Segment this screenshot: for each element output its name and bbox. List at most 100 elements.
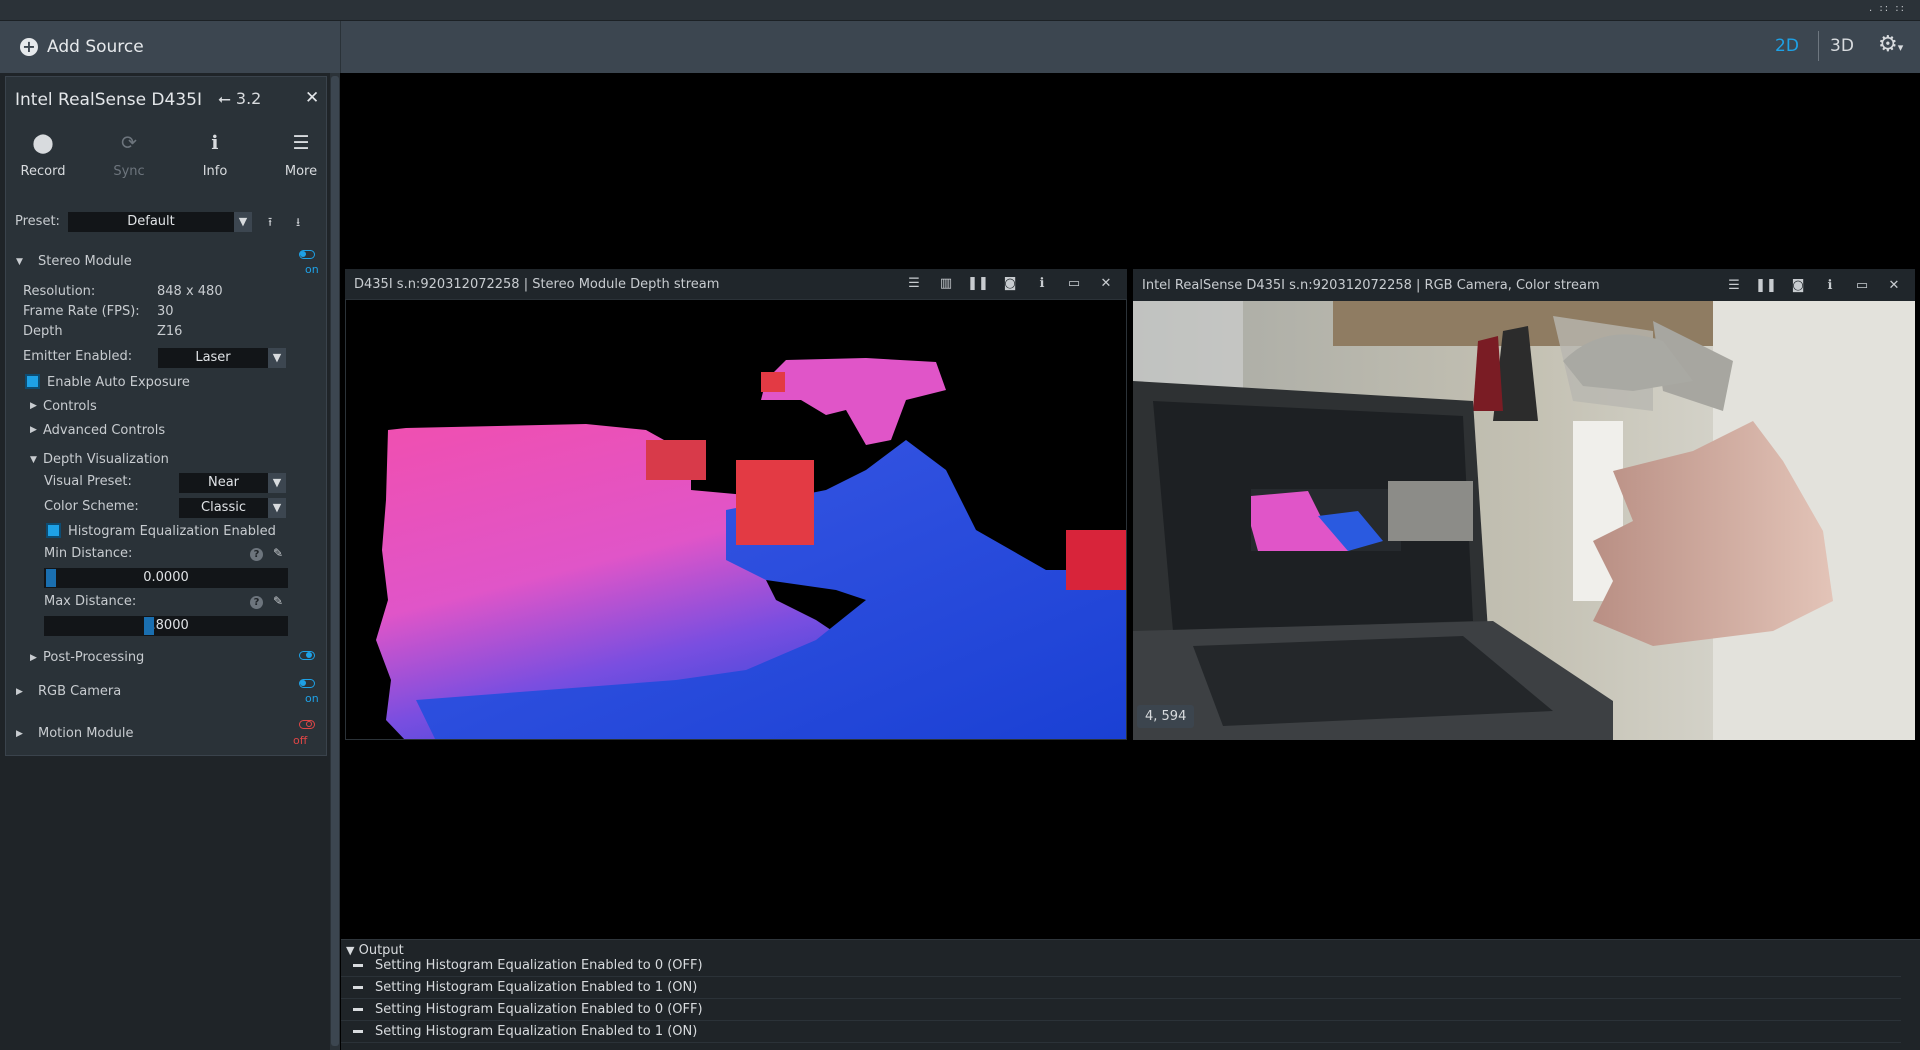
- motion-module-toggle[interactable]: [299, 720, 315, 729]
- view-3d-button[interactable]: 3D: [1830, 36, 1854, 56]
- upload-icon[interactable]: ⭱: [268, 213, 272, 234]
- emitter-select[interactable]: Laser: [158, 348, 268, 368]
- log-text: Setting Histogram Equalization Enabled t…: [375, 1002, 703, 1017]
- minus-icon: [353, 1008, 363, 1011]
- sync-icon: ⟳: [121, 132, 137, 154]
- camera-icon[interactable]: ◙: [1782, 278, 1814, 293]
- edit-icon[interactable]: ✎: [273, 546, 283, 560]
- pause-icon[interactable]: ❚❚: [962, 276, 994, 291]
- post-processing-toggle[interactable]: [299, 651, 315, 660]
- window-titlebar: [0, 0, 1920, 21]
- depth-visualization-item[interactable]: Depth Visualization: [43, 452, 169, 467]
- max-distance-value: 6.8000: [143, 618, 189, 633]
- min-distance-label: Min Distance:: [44, 546, 133, 561]
- advanced-controls-item[interactable]: Advanced Controls: [43, 423, 165, 438]
- pause-icon[interactable]: ❚❚: [1750, 278, 1782, 293]
- motion-module-title[interactable]: Motion Module: [38, 726, 133, 741]
- rgb-camera-toggle-state: on: [305, 692, 319, 705]
- rgb-camera-title[interactable]: RGB Camera: [38, 684, 121, 699]
- sync-button: ⟳ Sync: [94, 132, 164, 179]
- visual-preset-label: Visual Preset:: [44, 474, 132, 489]
- more-label: More: [284, 164, 318, 179]
- minus-icon: [353, 986, 363, 989]
- stereo-expand-icon[interactable]: ▼: [16, 257, 23, 267]
- auto-exposure-label: Enable Auto Exposure: [47, 375, 190, 390]
- close-icon[interactable]: ✕: [1878, 278, 1910, 293]
- depth-stream-title: D435I s.n:920312072258 | Stereo Module D…: [354, 276, 720, 292]
- auto-exposure-checkbox[interactable]: [25, 374, 40, 389]
- depth-format-label: Depth: [23, 324, 63, 339]
- advanced-expand-icon[interactable]: ▶: [30, 425, 37, 435]
- plus-icon: +: [20, 38, 38, 56]
- info-icon[interactable]: ℹ: [1814, 278, 1846, 293]
- rgb-expand-icon[interactable]: ▶: [16, 687, 23, 697]
- maximize-icon[interactable]: ▭: [1058, 276, 1090, 291]
- download-icon[interactable]: ⭳: [296, 213, 300, 234]
- color-scheme-select[interactable]: Classic: [179, 498, 268, 518]
- settings-gear-icon[interactable]: ⚙▾: [1878, 32, 1903, 57]
- add-source-button[interactable]: + Add Source: [0, 21, 341, 73]
- controls-icon[interactable]: ☰: [1718, 278, 1750, 293]
- log-row: Setting Histogram Equalization Enabled t…: [341, 955, 1901, 977]
- preset-select[interactable]: Default: [68, 212, 234, 232]
- camera-icon[interactable]: ◙: [994, 276, 1026, 291]
- close-device-icon[interactable]: ✕: [305, 88, 319, 108]
- log-text: Setting Histogram Equalization Enabled t…: [375, 1024, 698, 1039]
- depth-format-value[interactable]: Z16: [157, 324, 182, 339]
- histogram-label: Histogram Equalization Enabled: [68, 524, 276, 539]
- add-source-label: Add Source: [47, 37, 144, 57]
- usb-version: ⭠ 3.2: [218, 89, 262, 108]
- max-distance-slider[interactable]: 6.8000: [44, 616, 288, 636]
- post-processing-expand-icon[interactable]: ▶: [30, 653, 37, 663]
- sidebar-scroll-thumb[interactable]: [331, 76, 339, 1046]
- preset-dropdown-icon[interactable]: ▼: [234, 212, 252, 232]
- depth-vis-expand-icon[interactable]: ▼: [30, 455, 37, 465]
- max-distance-label: Max Distance:: [44, 594, 137, 609]
- fps-label: Frame Rate (FPS):: [23, 304, 140, 319]
- minus-icon: [353, 964, 363, 967]
- fps-value[interactable]: 30: [157, 304, 174, 319]
- info-icon[interactable]: ℹ: [1026, 276, 1058, 291]
- metrics-icon[interactable]: ▥: [930, 276, 962, 291]
- maximize-icon[interactable]: ▭: [1846, 278, 1878, 293]
- min-distance-slider-knob[interactable]: [46, 569, 56, 587]
- rgb-stream-view[interactable]: [1133, 301, 1915, 740]
- rgb-stream-title: Intel RealSense D435I s.n:920312072258 |…: [1142, 277, 1600, 293]
- record-label: Record: [20, 164, 66, 179]
- view-separator: [1818, 31, 1819, 61]
- device-name: Intel RealSense D435I: [15, 90, 202, 110]
- controls-expand-icon[interactable]: ▶: [30, 401, 37, 411]
- more-button[interactable]: ☰ More: [266, 132, 336, 179]
- min-distance-value: 0.0000: [143, 570, 189, 585]
- log-row: Setting Histogram Equalization Enabled t…: [341, 1021, 1901, 1043]
- rgb-stream-toolbar: ☰ ❚❚ ◙ ℹ ▭ ✕: [1718, 278, 1910, 293]
- depth-stream-view[interactable]: [345, 299, 1127, 740]
- close-icon[interactable]: ✕: [1090, 276, 1122, 291]
- controls-icon[interactable]: ☰: [898, 276, 930, 291]
- view-2d-button[interactable]: 2D: [1775, 36, 1799, 56]
- resolution-value[interactable]: 848 x 480: [157, 284, 223, 299]
- stereo-toggle[interactable]: [299, 250, 315, 259]
- help-icon[interactable]: ?: [250, 548, 263, 561]
- stereo-module-title[interactable]: Stereo Module: [38, 254, 132, 269]
- help-icon[interactable]: ?: [250, 596, 263, 609]
- controls-item[interactable]: Controls: [43, 399, 97, 414]
- edit-icon[interactable]: ✎: [273, 594, 283, 608]
- rgb-camera-toggle[interactable]: [299, 679, 315, 688]
- usb-icon: ⭠: [218, 89, 231, 108]
- info-button[interactable]: ℹ Info: [180, 132, 250, 179]
- color-scheme-dropdown-icon[interactable]: ▼: [268, 498, 286, 518]
- log-row: Setting Histogram Equalization Enabled t…: [341, 977, 1901, 999]
- rgb-camera-image: [1133, 301, 1915, 740]
- visual-preset-select[interactable]: Near: [179, 473, 268, 493]
- max-distance-slider-knob[interactable]: [144, 617, 154, 635]
- motion-module-toggle-state: off: [293, 734, 308, 747]
- motion-expand-icon[interactable]: ▶: [16, 729, 23, 739]
- window-controls-icon[interactable]: . :: ::: [1869, 3, 1906, 14]
- post-processing-item[interactable]: Post-Processing: [43, 650, 144, 665]
- emitter-dropdown-icon[interactable]: ▼: [268, 348, 286, 368]
- histogram-checkbox[interactable]: [46, 523, 61, 538]
- record-button[interactable]: ⬤ Record: [8, 132, 78, 179]
- min-distance-slider[interactable]: 0.0000: [44, 568, 288, 588]
- visual-preset-dropdown-icon[interactable]: ▼: [268, 473, 286, 493]
